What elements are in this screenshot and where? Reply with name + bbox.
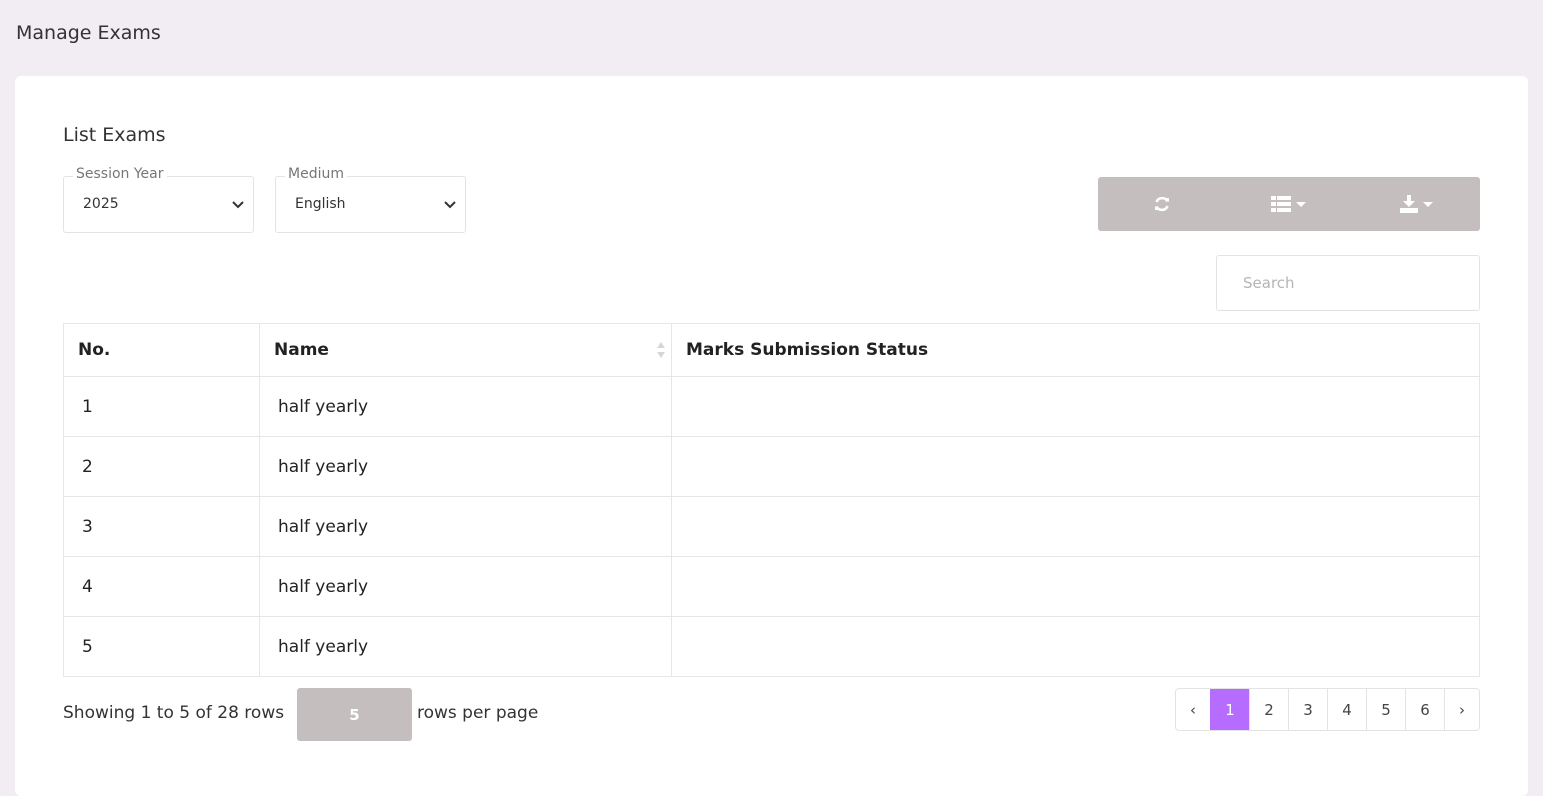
column-header-name[interactable]: Name [259, 323, 672, 377]
card-title: List Exams [63, 124, 166, 146]
chevron-down-icon [232, 201, 244, 209]
caret-down-icon [1296, 201, 1307, 207]
cell-name: half yearly [259, 556, 672, 617]
sort-icon [657, 342, 665, 358]
table-row[interactable]: 2 half yearly [63, 436, 1480, 497]
cell-no: 5 [63, 616, 260, 677]
export-button[interactable] [1353, 177, 1480, 231]
table-row[interactable]: 4 half yearly [63, 556, 1480, 617]
session-year-label: Session Year [73, 166, 167, 182]
medium-label: Medium [285, 166, 347, 182]
cell-status [671, 436, 1480, 497]
session-year-select[interactable]: Session Year 2025 [63, 166, 254, 233]
pagination-page-3[interactable]: 3 [1288, 689, 1327, 730]
medium-value: English [295, 196, 346, 212]
table-row[interactable]: 1 half yearly [63, 376, 1480, 437]
list-columns-icon [1271, 196, 1292, 212]
cell-name: half yearly [259, 436, 672, 497]
pagination-page-6[interactable]: 6 [1405, 689, 1444, 730]
refresh-button[interactable] [1098, 177, 1225, 231]
medium-select[interactable]: Medium English [275, 166, 466, 233]
session-year-value: 2025 [83, 196, 119, 212]
cell-status [671, 376, 1480, 437]
column-header-status: Marks Submission Status [671, 323, 1480, 377]
pagination-page-4[interactable]: 4 [1327, 689, 1366, 730]
columns-button[interactable] [1225, 177, 1352, 231]
search-input[interactable] [1216, 255, 1480, 311]
table-header-row: No. Name Marks Submission Status [63, 323, 1480, 377]
cell-name: half yearly [259, 376, 672, 437]
pagination-prev[interactable]: ‹ [1176, 689, 1210, 730]
cell-name: half yearly [259, 496, 672, 557]
cell-status [671, 616, 1480, 677]
column-header-no: No. [63, 323, 260, 377]
refresh-icon [1154, 196, 1169, 212]
cell-no: 3 [63, 496, 260, 557]
pagination-page-5[interactable]: 5 [1366, 689, 1405, 730]
pagination-page-1[interactable]: 1 [1210, 689, 1249, 730]
cell-status [671, 556, 1480, 617]
page-title: Manage Exams [16, 22, 161, 44]
table-toolbar [1098, 177, 1480, 231]
caret-down-icon [1422, 201, 1433, 207]
download-icon [1399, 195, 1418, 213]
pagination: ‹ 1 2 3 4 5 6 › [1175, 688, 1480, 731]
page-size-dropdown[interactable]: 5 [297, 688, 412, 741]
chevron-down-icon [444, 201, 456, 209]
exams-card: List Exams Session Year 2025 Medium Engl… [15, 76, 1528, 796]
table-row[interactable]: 3 half yearly [63, 496, 1480, 557]
exams-table: No. Name Marks Submission Status 1 half … [63, 323, 1480, 677]
cell-no: 4 [63, 556, 260, 617]
cell-no: 2 [63, 436, 260, 497]
pagination-next[interactable]: › [1444, 689, 1479, 730]
showing-rows-text: Showing 1 to 5 of 28 rows [63, 703, 285, 723]
pagination-page-2[interactable]: 2 [1249, 689, 1288, 730]
cell-status [671, 496, 1480, 557]
cell-name: half yearly [259, 616, 672, 677]
cell-no: 1 [63, 376, 260, 437]
table-row[interactable]: 5 half yearly [63, 616, 1480, 677]
rows-per-page-text: rows per page [417, 703, 539, 723]
column-header-name-label: Name [274, 340, 329, 360]
